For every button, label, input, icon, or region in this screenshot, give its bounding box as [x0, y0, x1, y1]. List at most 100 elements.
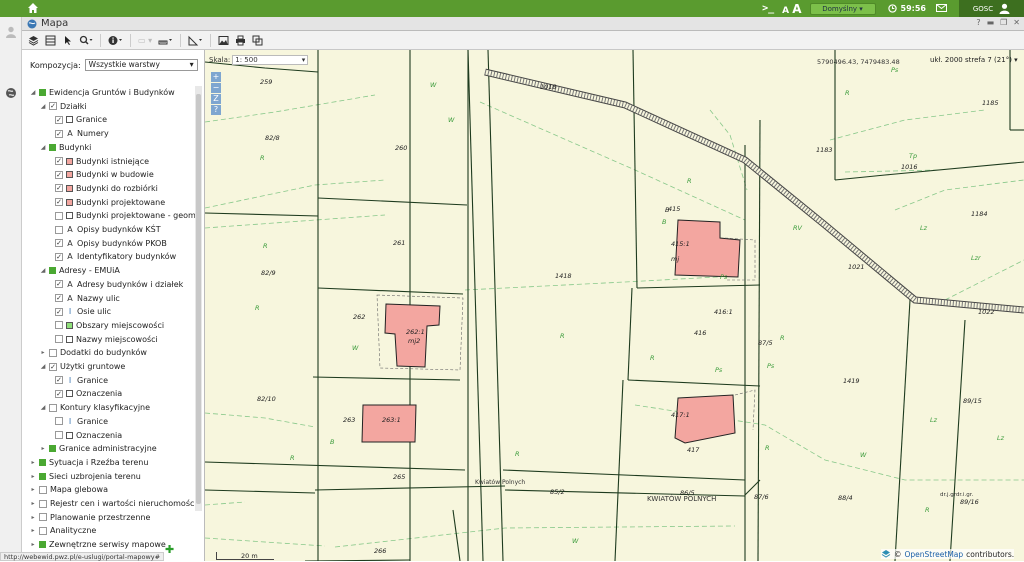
layers-icon[interactable] — [26, 33, 41, 48]
scale-select[interactable]: 1: 500 — [232, 55, 309, 65]
restore-icon[interactable]: ❐ — [1000, 18, 1007, 27]
layer-checkbox[interactable] — [49, 267, 56, 275]
layer-checkbox[interactable]: ✓ — [49, 362, 57, 371]
layer-row[interactable]: ✓ Budynki w budowie — [55, 168, 154, 181]
expand-icon[interactable]: ▸ — [40, 445, 46, 452]
layer-row[interactable]: ✓ Budynki projektowane — [55, 196, 165, 209]
add-layer-icon[interactable]: ✚ — [165, 543, 174, 556]
layer-row[interactable]: ✓ A Opisy budynków PKOB — [55, 237, 167, 250]
layer-checkbox[interactable] — [55, 417, 63, 426]
help-icon[interactable]: ? — [976, 18, 980, 27]
layer-row[interactable]: Nazwy miejscowości — [55, 333, 158, 346]
terminal-icon[interactable]: >_ — [762, 3, 774, 14]
scrollbar-thumb[interactable] — [196, 94, 201, 504]
globe-icon[interactable] — [5, 87, 17, 99]
layer-row[interactable]: ✓ Budynki istniejące — [55, 155, 149, 168]
layer-row[interactable]: ▸ Dodatki do budynków — [40, 346, 146, 359]
layer-row[interactable]: ▸ Analityczne — [30, 524, 96, 537]
image-icon[interactable] — [216, 33, 231, 48]
map-canvas[interactable]: 259 82/8 260 1018 1183 1016 1185 415 415:1 mj B 118… — [205, 50, 1024, 561]
layer-tree-scrollbar[interactable] — [195, 86, 202, 511]
expand-icon[interactable]: ▸ — [30, 473, 36, 480]
expand-icon[interactable]: ▸ — [30, 541, 36, 548]
layer-checkbox[interactable]: ✓ — [55, 294, 63, 302]
layer-checkbox[interactable] — [55, 321, 63, 330]
expand-icon[interactable]: ▸ — [30, 486, 36, 493]
close-icon[interactable]: ✕ — [1013, 18, 1020, 27]
layer-row[interactable]: ◢ Ewidencja Gruntów i Budynków — [30, 86, 175, 99]
collapse-icon[interactable]: ◢ — [40, 363, 46, 370]
table-icon[interactable] — [43, 33, 58, 48]
layer-row[interactable]: ▸ Sieci uzbrojenia terenu — [30, 470, 140, 483]
layer-row[interactable]: ✓ A Nazwy ulic — [55, 292, 120, 305]
layer-checkbox[interactable] — [55, 335, 63, 344]
font-big-button[interactable]: A — [792, 2, 801, 16]
help-button[interactable]: ? — [211, 105, 221, 115]
layer-row[interactable]: ✓ I Granice — [55, 374, 108, 387]
crs-select[interactable]: ukł. 2000 strefa 7 (21°) ▾ — [930, 56, 1018, 64]
layer-row[interactable]: ▸ Rejestr cen i wartości nieruchomości — [30, 497, 196, 510]
layer-checkbox[interactable] — [39, 458, 46, 466]
layer-row[interactable]: ✓ A Numery — [55, 127, 109, 140]
layer-checkbox[interactable] — [55, 431, 63, 439]
layer-row[interactable]: ◢ ✓ Użytki gruntowe — [40, 360, 126, 373]
pointer-icon[interactable] — [60, 33, 75, 48]
collapse-icon[interactable]: ◢ — [40, 103, 46, 110]
layer-checkbox[interactable]: ✓ — [49, 102, 57, 111]
expand-icon[interactable]: ▸ — [30, 459, 36, 466]
layer-checkbox[interactable]: ✓ — [55, 184, 63, 193]
measure-tools-icon[interactable] — [156, 33, 175, 48]
layer-checkbox[interactable]: ✓ — [55, 170, 63, 179]
layer-row[interactable]: ✓ A Identyfikatory budynków — [55, 250, 176, 263]
clear-selection-icon[interactable] — [250, 33, 265, 48]
layer-checkbox[interactable]: ✓ — [55, 307, 63, 316]
layer-row[interactable]: ✓ I Osie ulic — [55, 305, 111, 318]
layer-row[interactable]: ◢ Budynki — [40, 141, 92, 154]
ruler-icon[interactable] — [186, 33, 205, 48]
zoom-menu-icon[interactable] — [77, 33, 95, 48]
layer-checkbox[interactable] — [39, 541, 46, 549]
layer-row[interactable]: Budynki projektowane - geom — [55, 209, 196, 222]
layer-checkbox[interactable] — [39, 485, 47, 494]
minimize-icon[interactable]: ▬ — [987, 18, 995, 27]
home-icon[interactable] — [27, 2, 39, 14]
profile-select[interactable]: Domyślny ▾ — [809, 2, 876, 15]
layer-row[interactable]: ▸ Zewnętrzne serwisy mapowe — [30, 538, 165, 551]
layer-checkbox[interactable] — [55, 225, 63, 234]
layer-row[interactable]: ◢ Kontury klasyfikacyjne — [40, 401, 150, 414]
layer-row[interactable]: ▸ Granice administracyjne — [40, 442, 156, 455]
layer-checkbox[interactable]: ✓ — [55, 157, 63, 165]
layer-row[interactable]: ▸ Sytuacja i Rzeźba terenu — [30, 456, 148, 469]
layer-checkbox[interactable] — [39, 472, 46, 480]
composition-select[interactable]: Wszystkie warstwy — [84, 59, 198, 71]
layer-checkbox[interactable] — [49, 445, 56, 453]
layer-checkbox[interactable]: ✓ — [55, 252, 63, 261]
collapse-icon[interactable]: ◢ — [40, 404, 46, 411]
font-size-control[interactable]: A A — [782, 2, 801, 16]
zoom-in-button[interactable]: + — [211, 72, 221, 82]
collapse-icon[interactable]: ◢ — [40, 267, 46, 274]
print-icon[interactable] — [233, 33, 248, 48]
expand-icon[interactable]: ▸ — [40, 349, 46, 356]
font-small-button[interactable]: A — [782, 6, 789, 16]
layer-checkbox[interactable]: ✓ — [55, 376, 63, 385]
layer-checkbox[interactable] — [49, 143, 56, 151]
layer-row[interactable]: ▸ Mapa glebowa — [30, 483, 107, 496]
layer-row[interactable]: ◢ ✓ Działki — [40, 100, 87, 113]
mail-icon[interactable] — [936, 3, 947, 14]
info-icon[interactable] — [106, 33, 125, 48]
layer-row[interactable]: ◢ Adresy - EMUiA — [40, 264, 120, 277]
expand-icon[interactable]: ▸ — [30, 500, 36, 507]
zoom-out-button[interactable]: − — [211, 83, 221, 93]
layer-row[interactable]: A Opisy budynków KŚT — [55, 223, 161, 236]
layer-checkbox[interactable] — [39, 89, 46, 96]
layer-checkbox[interactable]: ✓ — [55, 198, 63, 207]
layer-checkbox[interactable]: ✓ — [55, 129, 63, 138]
zoom-extent-button[interactable]: Z — [211, 94, 221, 104]
person-icon[interactable] — [5, 26, 17, 38]
expand-icon[interactable]: ▸ — [30, 527, 36, 534]
layer-row[interactable]: ✓ A Adresy budynków i działek — [55, 278, 183, 291]
layer-checkbox[interactable]: ✓ — [55, 280, 63, 289]
layer-row[interactable]: ✓ Oznaczenia — [55, 387, 122, 400]
layer-row[interactable]: Oznaczenia — [55, 429, 122, 442]
